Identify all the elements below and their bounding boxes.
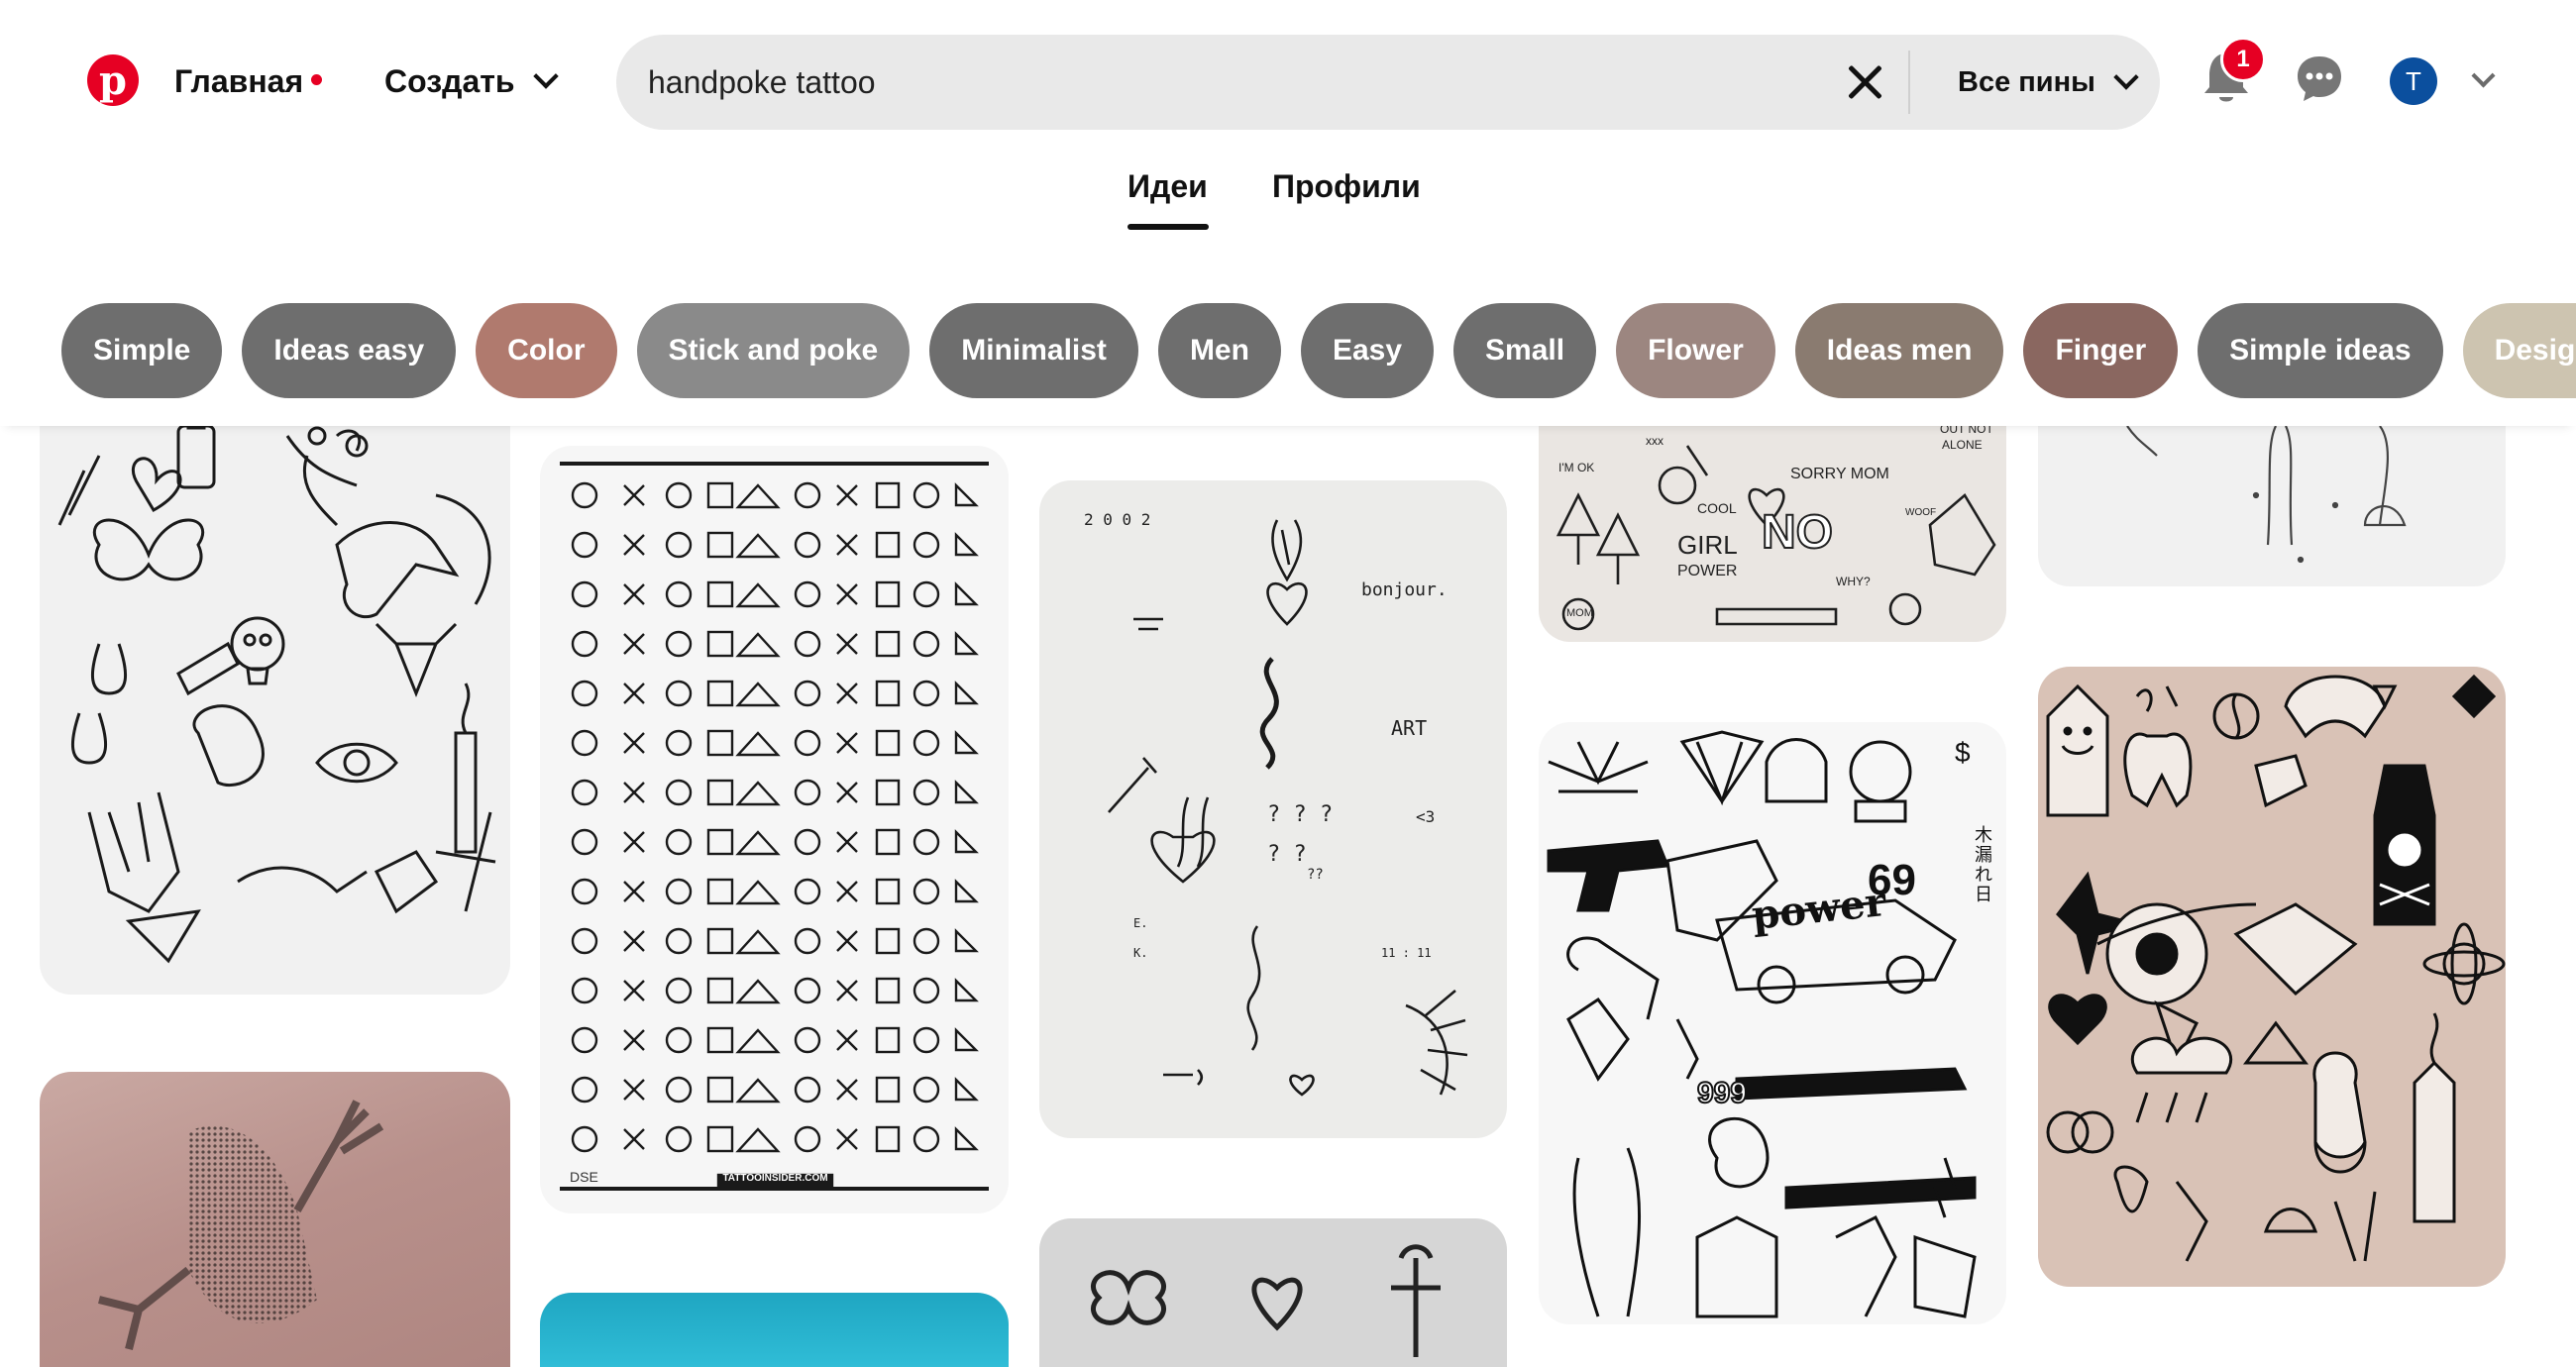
sketch-time: 11 : 11 (1381, 946, 1432, 960)
anime-69: 69 (1868, 856, 1916, 904)
chip-men[interactable]: Men (1157, 303, 1281, 398)
chip-easy[interactable]: Easy (1300, 303, 1435, 398)
search-filter-label: Все пины (1958, 65, 2095, 98)
messages-icon[interactable] (2295, 53, 2344, 103)
pin-ornaments[interactable] (1039, 1218, 1507, 1367)
grunge-power: POWER (1677, 563, 1738, 579)
sketch-year: 2 0 0 2 (1084, 510, 1151, 529)
grunge-mom: MOM (1566, 607, 1593, 619)
pin-sketch-sheet[interactable]: 2 0 0 2 bonjour. ART <3 E. K. 11 : 11 ? … (1039, 480, 1507, 1138)
flash-sheet-initials: DSE (570, 1169, 598, 1185)
chip-finger[interactable]: Finger (2023, 303, 2179, 398)
sketch-questions-1: ? ? ? (1267, 802, 1334, 827)
sketch-questions-2: ? ? (1267, 842, 1307, 867)
chip-small[interactable]: Small (1453, 303, 1597, 398)
nav-home-link[interactable]: Главная (174, 34, 323, 129)
sketch-art: ART (1391, 716, 1428, 740)
sketch-initial-e: E. (1133, 916, 1148, 930)
chip-color[interactable]: Color (476, 303, 617, 398)
grunge-cool: COOL (1697, 500, 1737, 516)
chip-simple-ideas[interactable]: Simple ideas (2198, 303, 2443, 398)
nav-create-menu[interactable]: Создать (384, 34, 559, 129)
pin-image (1547, 730, 1977, 1318)
account-chevron-down-icon[interactable] (2471, 63, 2496, 88)
sketch-heart: <3 (1416, 807, 1436, 826)
pin-flash-sheet-2[interactable]: TATTOOINSIDER.COM DSE (540, 446, 1009, 1213)
pin-pink-flash[interactable] (2038, 667, 2506, 1287)
nav-home-label: Главная (174, 62, 304, 99)
pin-flash-sheet-1[interactable] (40, 396, 510, 995)
grunge-im-ok: I'M OK (1558, 461, 1595, 474)
chip-ideas-easy[interactable]: Ideas easy (242, 303, 457, 398)
grunge-girl: GIRL (1677, 530, 1738, 560)
chip-design[interactable]: Design (2462, 303, 2576, 398)
search-divider (1908, 51, 1910, 114)
nav-create-label: Создать (384, 62, 515, 99)
pin-image (57, 412, 496, 964)
sketch-questions-3: ?? (1307, 867, 1324, 883)
active-tab-underline (1127, 224, 1209, 230)
chevron-down-icon (2113, 64, 2139, 90)
chip-stick-and-poke[interactable]: Stick and poke (636, 303, 911, 398)
clear-search-icon[interactable] (1845, 62, 1884, 102)
grunge-alone: ALONE (1942, 438, 1983, 452)
chip-ideas-men[interactable]: Ideas men (1794, 303, 2004, 398)
pin-image (1091, 1244, 1441, 1357)
grunge-woof: WOOF (1905, 507, 1937, 518)
pin-dotwork-photo[interactable] (40, 1072, 510, 1367)
top-header: p Главная Создать handpoke tattoo Все пи… (0, 0, 2576, 426)
anime-kanji-4: 日 (1975, 885, 1992, 904)
sketch-bonjour: bonjour. (1361, 579, 1448, 600)
tab-ideas[interactable]: Идеи (1127, 168, 1208, 205)
flash-sheet-footer: TATTOOINSIDER.COM (722, 1173, 828, 1184)
pin-image (2046, 674, 2506, 1262)
pinterest-logo-icon[interactable]: p (87, 54, 139, 106)
grunge-sorry-mom: SORRY MOM (1790, 466, 1889, 482)
chip-flower[interactable]: Flower (1616, 303, 1775, 398)
chip-minimalist[interactable]: Minimalist (929, 303, 1138, 398)
anime-999: 999 (1696, 1076, 1748, 1110)
filter-chips: Simple Ideas easy Color Stick and poke M… (61, 303, 2576, 398)
chip-simple[interactable]: Simple (61, 303, 223, 398)
pin-anime-flash[interactable]: power 69 999 $ 木 漏 れ 日 (1539, 722, 2006, 1324)
pin-image (98, 1100, 384, 1350)
sketch-initial-k: K. (1133, 946, 1148, 960)
search-bar[interactable]: handpoke tattoo Все пины (616, 35, 2160, 130)
pin-teal-photo[interactable] (540, 1293, 1009, 1367)
grunge-why: WHY? (1836, 575, 1871, 588)
tab-profiles[interactable]: Профили (1272, 168, 1421, 205)
avatar[interactable]: T (2390, 57, 2437, 105)
chevron-down-icon (532, 63, 559, 89)
anime-dollar: $ (1955, 737, 1971, 768)
grunge-no: NO (1761, 505, 1834, 560)
search-input[interactable]: handpoke tattoo (648, 35, 876, 130)
unread-dot-icon (311, 73, 323, 85)
notification-badge: 1 (2220, 37, 2266, 82)
search-filter-dropdown[interactable]: Все пины (1958, 35, 2139, 130)
grunge-xxx: xxx (1646, 434, 1664, 448)
pin-image (560, 462, 989, 1191)
